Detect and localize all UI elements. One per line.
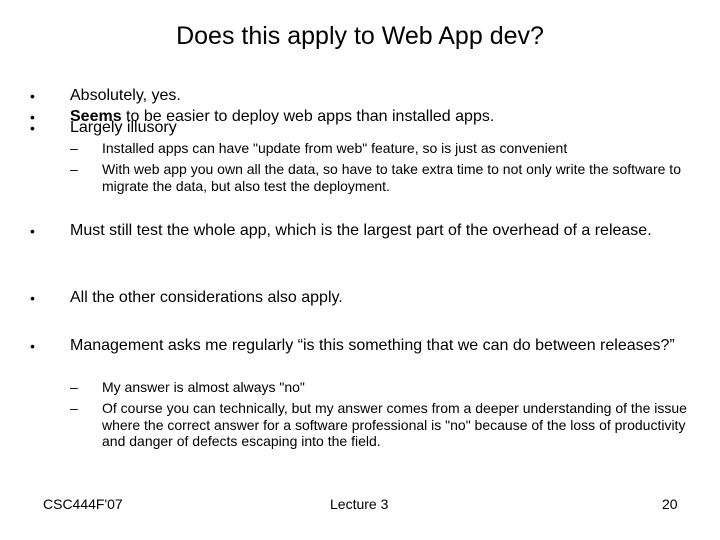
bullet-icon: • xyxy=(30,338,35,354)
footer-course: CSC444F'07 xyxy=(43,496,123,512)
footer-lecture: Lecture 3 xyxy=(330,496,389,512)
sub-bullet-text: Installed apps can have "update from web… xyxy=(102,140,568,156)
footer-page-number: 20 xyxy=(662,496,678,512)
slide-title: Does this apply to Web App dev? xyxy=(176,22,544,50)
bullet-text: Management asks me regularly “is this so… xyxy=(70,337,675,354)
bullet-icon: • xyxy=(30,290,35,306)
bullet-text: Largely illusory xyxy=(70,119,177,136)
bullet-text: Must still test the whole app, which is … xyxy=(70,222,652,239)
bullet-icon: • xyxy=(30,120,35,136)
bullet-icon: • xyxy=(30,223,35,239)
sub-bullet-text: My answer is almost always "no" xyxy=(102,379,305,395)
bullet-text: Absolutely, yes. xyxy=(70,87,181,104)
dash-icon: – xyxy=(70,161,78,177)
bullet-text: All the other considerations also apply. xyxy=(70,289,343,306)
dash-icon: – xyxy=(70,379,78,395)
dash-icon: – xyxy=(70,400,78,416)
dash-icon: – xyxy=(70,140,78,156)
bullet-icon: • xyxy=(30,88,35,104)
sub-bullet-text: Of course you can technically, but my an… xyxy=(102,400,687,449)
sub-bullet-text: With web app you own all the data, so ha… xyxy=(102,161,681,194)
